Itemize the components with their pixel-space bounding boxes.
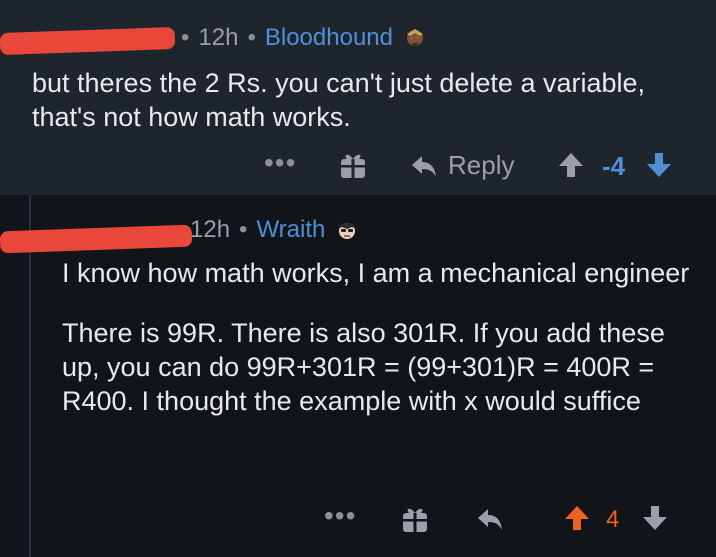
comment-2-age: 12h bbox=[190, 216, 231, 243]
comment-1: • 12h • Bloodhound but theres the 2 Rs. … bbox=[0, 0, 716, 195]
upvote-button[interactable] bbox=[558, 151, 584, 179]
gift-icon bbox=[403, 508, 427, 532]
award-button[interactable] bbox=[338, 150, 368, 180]
meta-separator: • bbox=[181, 24, 190, 51]
wraith-flair-icon bbox=[335, 218, 359, 242]
downvote-arrow-icon bbox=[643, 506, 667, 530]
reply-arrow-icon bbox=[412, 155, 436, 177]
upvote-arrow-icon bbox=[559, 153, 583, 177]
comment-2: 12h • Wraith I know how math works, I am… bbox=[0, 195, 716, 557]
meta-separator: • bbox=[239, 216, 248, 243]
comment-1-paragraph: but theres the 2 Rs. you can't just dele… bbox=[32, 68, 646, 132]
comment-2-paragraph-1: I know how math works, I am a mechanical… bbox=[62, 258, 690, 288]
downvote-button[interactable] bbox=[646, 151, 672, 179]
reply-button[interactable]: Reply bbox=[410, 150, 514, 181]
downvote-arrow-icon bbox=[647, 153, 671, 177]
award-button[interactable] bbox=[400, 504, 430, 534]
bloodhound-flair-icon bbox=[403, 26, 427, 50]
reply-button[interactable] bbox=[476, 505, 504, 533]
downvote-button[interactable] bbox=[642, 504, 668, 532]
upvote-button[interactable] bbox=[564, 504, 590, 532]
reply-arrow-icon bbox=[478, 509, 502, 530]
reply-label: Reply bbox=[448, 150, 515, 180]
more-options-button[interactable]: ••• bbox=[264, 147, 296, 179]
vote-score: -4 bbox=[602, 151, 626, 181]
comment-1-flair: Bloodhound bbox=[264, 24, 393, 51]
comment-2-body: I know how math works, I am a mechanical… bbox=[62, 256, 692, 418]
vote-score: 4 bbox=[606, 506, 620, 533]
more-options-button[interactable]: ••• bbox=[324, 500, 356, 532]
gift-icon bbox=[341, 154, 365, 178]
upvote-arrow-icon bbox=[565, 506, 589, 530]
meta-separator: • bbox=[247, 24, 256, 51]
comment-1-body: but theres the 2 Rs. you can't just dele… bbox=[32, 66, 692, 134]
comment-2-paragraph-2: There is 99R. There is also 301R. If you… bbox=[62, 318, 665, 416]
comment-1-age: 12h bbox=[198, 24, 239, 51]
comment-2-flair: Wraith bbox=[256, 216, 326, 243]
